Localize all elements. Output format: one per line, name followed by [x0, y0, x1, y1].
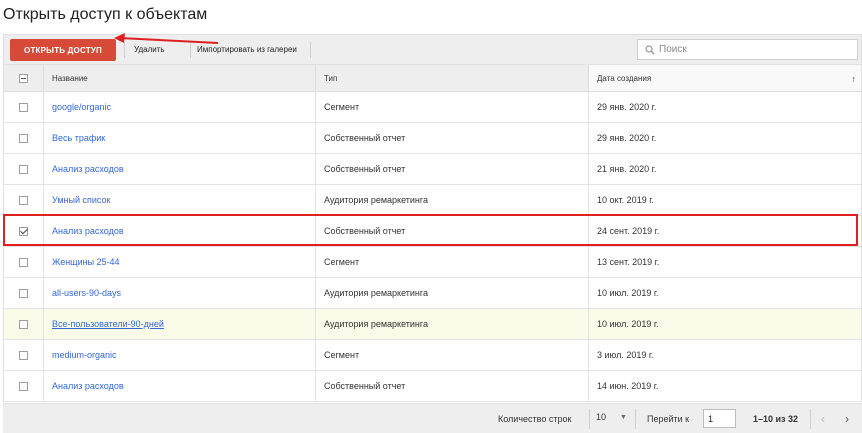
row-select-cell [4, 340, 44, 370]
object-name-link[interactable]: medium-organic [44, 340, 316, 370]
shared-objects-table: Название Тип Дата создания ↑ google/orga… [3, 64, 862, 402]
object-name-link[interactable]: Все-пользователи-90-дней [44, 309, 316, 339]
row-checkbox[interactable] [19, 164, 28, 174]
row-select-cell [4, 92, 44, 122]
table-row[interactable]: all-users-90-days Аудитория ремаркетинга 1… [4, 278, 861, 309]
footer-divider [635, 409, 636, 429]
row-select-cell [4, 123, 44, 153]
object-name-link[interactable]: Женщины 25-44 [44, 247, 316, 277]
row-checkbox[interactable] [19, 350, 28, 360]
table-row[interactable]: medium-organic Сегмент 3 июл. 2019 г. [4, 340, 861, 371]
created-date: 3 июл. 2019 г. [597, 350, 654, 360]
created-date: 21 янв. 2020 г. [597, 164, 657, 174]
share-button[interactable]: ОТКРЫТЬ ДОСТУП [10, 39, 116, 61]
footer-divider [589, 409, 590, 429]
column-header-date-label: Дата создания [597, 73, 652, 83]
chevron-left-icon[interactable]: ‹ [815, 411, 831, 427]
page-range-text: 1–10 из 32 [753, 414, 799, 424]
footer-divider [810, 409, 811, 429]
search-input[interactable] [659, 44, 849, 55]
object-name-link[interactable]: all-users-90-days [44, 278, 316, 308]
column-header-date[interactable]: Дата создания ↑ [589, 65, 861, 91]
search-icon [645, 44, 655, 55]
object-name-link[interactable]: Анализ расходов [44, 371, 316, 401]
object-type: Собственный отчет [316, 371, 589, 401]
object-type: Аудитория ремаркетинга [316, 185, 589, 215]
table-header: Название Тип Дата создания ↑ [4, 64, 861, 92]
select-all-checkbox[interactable] [19, 73, 28, 83]
row-select-cell [4, 185, 44, 215]
column-header-name[interactable]: Название [44, 65, 316, 91]
row-select-cell [4, 154, 44, 184]
row-checkbox[interactable] [19, 288, 28, 298]
row-checkbox[interactable] [19, 102, 28, 112]
table-row[interactable]: Анализ расходов Собственный отчет 14 июн. … [4, 371, 861, 402]
object-type: Аудитория ремаркетинга [316, 309, 589, 339]
row-checkbox[interactable] [19, 257, 28, 267]
row-checkbox[interactable] [19, 381, 28, 391]
toolbar-divider [310, 42, 311, 58]
object-type: Сегмент [316, 247, 589, 277]
table-row[interactable]: Умный список Аудитория ремаркетинга 10 окт… [4, 185, 861, 216]
created-date: 29 янв. 2020 г. [597, 102, 657, 112]
object-type: Собственный отчет [316, 123, 589, 153]
created-date: 10 июл. 2019 г. [597, 319, 659, 329]
table-row[interactable]: google/organic Сегмент 29 янв. 2020 г. [4, 92, 861, 123]
object-name-link[interactable]: Весь трафик [44, 123, 316, 153]
column-header-type[interactable]: Тип [316, 65, 589, 91]
object-type: Собственный отчет [316, 154, 589, 184]
table-row[interactable]: Анализ расходов Собственный отчет 24 сент.… [4, 216, 861, 247]
created-date: 13 сент. 2019 г. [597, 257, 660, 267]
created-date: 29 янв. 2020 г. [597, 133, 657, 143]
chevron-right-icon[interactable]: › [839, 411, 855, 427]
object-name-link[interactable]: Умный список [44, 185, 316, 215]
object-type: Собственный отчет [316, 216, 589, 246]
created-date: 24 сент. 2019 г. [597, 226, 660, 236]
row-checkbox[interactable] [19, 319, 28, 329]
pagination-bar: Количество строк 10 ▼ Перейти к 1 1–10 и… [3, 403, 862, 433]
rows-per-page-value: 10 [596, 412, 607, 422]
row-checkbox[interactable] [19, 195, 28, 205]
object-name-link[interactable]: Анализ расходов [44, 216, 316, 246]
table-row[interactable]: Анализ расходов Собственный отчет 21 янв. … [4, 154, 861, 185]
table-row[interactable]: Все-пользователи-90-дней Аудитория ремарк… [4, 309, 861, 340]
row-checkbox[interactable] [19, 133, 28, 143]
goto-page-label: Перейти к [647, 414, 690, 424]
row-select-cell [4, 216, 44, 246]
page-title: Открыть доступ к объектам [3, 6, 208, 23]
created-date: 14 июн. 2019 г. [597, 381, 659, 391]
row-select-cell [4, 247, 44, 277]
goto-page-input[interactable]: 1 [703, 409, 736, 428]
object-name-link[interactable]: google/organic [44, 92, 316, 122]
rows-per-page-label: Количество строк [498, 414, 572, 424]
annotation-arrow [114, 33, 219, 44]
table-row[interactable]: Весь трафик Собственный отчет 29 янв. 2020… [4, 123, 861, 154]
table-body: google/organic Сегмент 29 янв. 2020 г. Весь… [4, 92, 861, 402]
row-select-cell [4, 371, 44, 401]
object-type: Сегмент [316, 340, 589, 370]
search-box[interactable] [637, 39, 858, 60]
caret-down-icon: ▼ [620, 413, 627, 421]
select-all-cell [4, 65, 44, 91]
row-select-cell [4, 309, 44, 339]
object-type: Сегмент [316, 92, 589, 122]
rows-per-page-select[interactable]: 10 ▼ [596, 412, 627, 422]
sort-ascending-icon: ↑ [851, 74, 857, 84]
row-checkbox[interactable] [19, 226, 28, 236]
created-date: 10 июл. 2019 г. [597, 288, 659, 298]
object-type: Аудитория ремаркетинга [316, 278, 589, 308]
created-date: 10 окт. 2019 г. [597, 195, 654, 205]
table-row[interactable]: Женщины 25-44 Сегмент 13 сент. 2019 г. [4, 247, 861, 278]
object-name-link[interactable]: Анализ расходов [44, 154, 316, 184]
row-select-cell [4, 278, 44, 308]
